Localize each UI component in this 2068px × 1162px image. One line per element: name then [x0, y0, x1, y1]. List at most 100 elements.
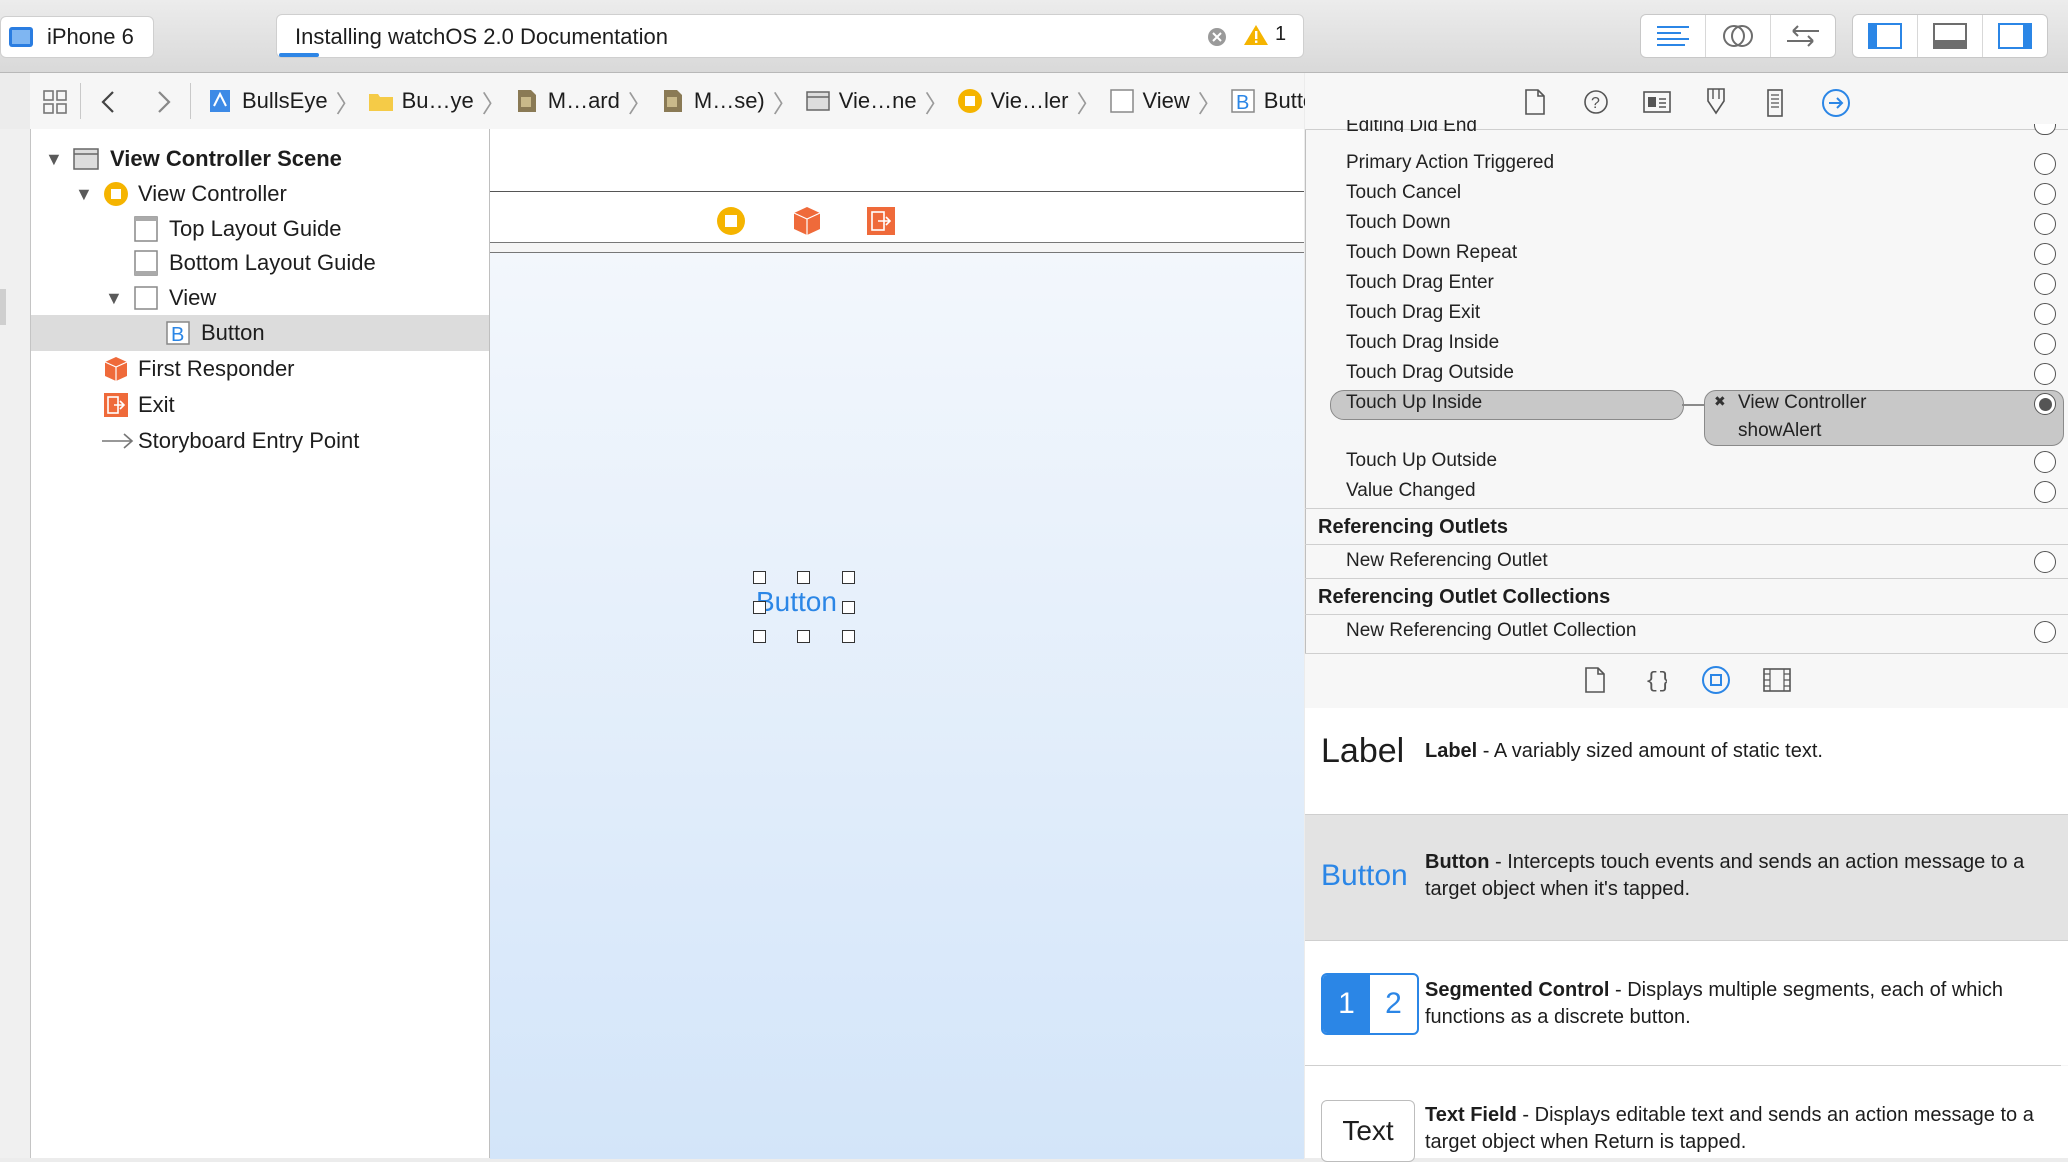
standard-editor-icon	[1657, 26, 1689, 46]
connection-circle[interactable]	[2034, 303, 2056, 325]
activity-status-text: Installing watchOS 2.0 Documentation	[295, 24, 668, 49]
scene-root-view[interactable]	[490, 252, 1304, 1159]
divider	[1305, 614, 2068, 615]
breadcrumb-storyboard-base[interactable]: M…se)	[660, 88, 765, 114]
resize-handle[interactable]	[842, 630, 855, 643]
connection-circle[interactable]	[2034, 183, 2056, 205]
resize-handle[interactable]	[842, 571, 855, 584]
view-controller-icon[interactable]	[716, 206, 746, 236]
editor-mode-control[interactable]	[1640, 14, 1836, 58]
resize-handle[interactable]	[842, 601, 855, 614]
media-library-icon[interactable]	[1763, 668, 1791, 692]
warning-count[interactable]: 1	[1275, 23, 1286, 46]
document-outline: ▼ View Controller Scene ▼ View Controlle…	[31, 129, 490, 1158]
breadcrumb-view[interactable]: View	[1109, 88, 1190, 114]
view-icon	[134, 286, 158, 310]
disclosure-triangle-icon[interactable]: ▼	[75, 176, 93, 212]
breadcrumb-storyboard[interactable]: M…ard	[514, 88, 620, 114]
breadcrumb-group[interactable]: Bu…ye	[368, 88, 474, 114]
text-field-preview: Text	[1321, 1100, 1415, 1162]
resize-handle[interactable]	[797, 571, 810, 584]
library-item-button[interactable]: Button Button - Intercepts touch events …	[1305, 815, 2068, 940]
breadcrumb-scene[interactable]: Vie…ne	[805, 88, 917, 114]
library-item-description: Button - Intercepts touch events and sen…	[1425, 851, 2025, 900]
outline-first-responder-row[interactable]: First Responder	[31, 351, 489, 387]
resize-handle[interactable]	[753, 601, 766, 614]
file-inspector-icon[interactable]	[1523, 89, 1547, 115]
connection-circle[interactable]	[2034, 333, 2056, 355]
first-responder-icon[interactable]	[792, 206, 822, 236]
project-icon	[210, 90, 230, 112]
toggle-utilities-button[interactable]	[1983, 15, 2047, 57]
version-editor-button[interactable]	[1771, 15, 1835, 57]
file-template-library-icon[interactable]	[1583, 667, 1607, 693]
outline-bottom-layout-guide-row[interactable]: Bottom Layout Guide	[31, 245, 489, 281]
resize-handle[interactable]	[753, 571, 766, 584]
toggle-navigator-button[interactable]	[1853, 15, 1918, 57]
connection-circle[interactable]	[2034, 213, 2056, 235]
resize-handle[interactable]	[797, 630, 810, 643]
size-inspector-icon[interactable]	[1765, 89, 1785, 117]
breadcrumb-view-controller[interactable]: Vie…ler	[957, 88, 1069, 114]
assistant-editor-button[interactable]	[1706, 15, 1771, 57]
breadcrumb-project[interactable]: BullsEye	[208, 88, 328, 114]
segmented-control-preview: 1 2	[1321, 973, 1419, 1035]
outline-top-layout-guide-row[interactable]: Top Layout Guide	[31, 211, 489, 247]
resize-handle[interactable]	[753, 630, 766, 643]
outline-exit-row[interactable]: Exit	[31, 387, 489, 423]
disclosure-triangle-icon[interactable]: ▼	[105, 280, 123, 316]
library-item-label[interactable]: Label Label - A variably sized amount of…	[1305, 708, 2068, 814]
outline-entry-point-row[interactable]: Storyboard Entry Point	[31, 423, 489, 459]
connections-inspector-icon[interactable]	[1821, 88, 1851, 118]
related-items-icon[interactable]	[42, 89, 68, 115]
app-target-icon	[9, 27, 33, 47]
disconnect-icon[interactable]: ✖	[1714, 393, 1726, 410]
attributes-inspector-icon[interactable]	[1703, 87, 1729, 117]
event-touch-up-inside: Touch Up Inside	[1346, 392, 1483, 413]
exit-icon[interactable]	[866, 206, 896, 236]
object-library-icon[interactable]	[1701, 665, 1731, 695]
toggle-debug-area-button[interactable]	[1918, 15, 1983, 57]
svg-text:?: ?	[1591, 95, 1600, 112]
divider	[1305, 508, 2068, 509]
svg-text:{}: {}	[1645, 669, 1667, 693]
assistant-editor-icon	[1723, 25, 1753, 47]
event-touch-down-repeat: Touch Down Repeat	[1346, 242, 1518, 263]
scheme-device-selector[interactable]: iPhone 6	[0, 16, 154, 58]
outline-scene-row[interactable]: ▼ View Controller Scene	[31, 141, 489, 177]
library-item-description: Segmented Control - Displays multiple se…	[1425, 979, 2003, 1028]
connection-circle[interactable]	[2034, 363, 2056, 385]
event-touch-drag-outside: Touch Drag Outside	[1346, 362, 1514, 383]
canvas-button[interactable]: Button	[756, 586, 837, 618]
standard-editor-button[interactable]	[1641, 15, 1706, 57]
navigator-edge-strip	[0, 129, 31, 1158]
identity-inspector-icon[interactable]	[1643, 91, 1671, 113]
outline-button-row[interactable]: B Button	[31, 315, 489, 351]
event-value-changed: Value Changed	[1346, 480, 1476, 501]
storyboard-file-icon	[663, 90, 682, 112]
outline-view-controller-row[interactable]: ▼ View Controller	[31, 176, 489, 212]
scene-top-bar	[490, 129, 1304, 192]
connection-circle[interactable]	[2034, 273, 2056, 295]
first-responder-icon	[104, 357, 128, 381]
library-item-segmented-control[interactable]: 1 2 Segmented Control - Displays multipl…	[1305, 941, 2068, 1065]
quick-help-icon[interactable]: ?	[1583, 89, 1609, 115]
connection-circle[interactable]	[2034, 621, 2056, 643]
back-arrow-icon[interactable]	[98, 89, 118, 115]
cancel-activity-icon[interactable]	[1207, 27, 1227, 47]
new-referencing-outlet: New Referencing Outlet	[1346, 550, 1548, 571]
connection-circle[interactable]	[2034, 153, 2056, 175]
forward-arrow-icon[interactable]	[154, 89, 174, 115]
connection-circle[interactable]	[2034, 551, 2056, 573]
code-snippet-library-icon[interactable]: {}	[1643, 667, 1667, 693]
svg-text:B: B	[1236, 92, 1249, 114]
warning-icon[interactable]	[1243, 23, 1269, 47]
disclosure-triangle-icon[interactable]: ▼	[45, 141, 63, 177]
library-item-text-field[interactable]: Text Text Field - Displays editable text…	[1305, 1066, 2068, 1162]
view-toggle-control[interactable]	[1852, 14, 2048, 58]
outline-view-controller-label: View Controller	[138, 181, 287, 206]
connection-circle[interactable]	[2034, 481, 2056, 503]
outline-view-row[interactable]: ▼ View	[31, 280, 489, 316]
connection-circle[interactable]	[2034, 243, 2056, 265]
connection-circle[interactable]	[2034, 451, 2056, 473]
